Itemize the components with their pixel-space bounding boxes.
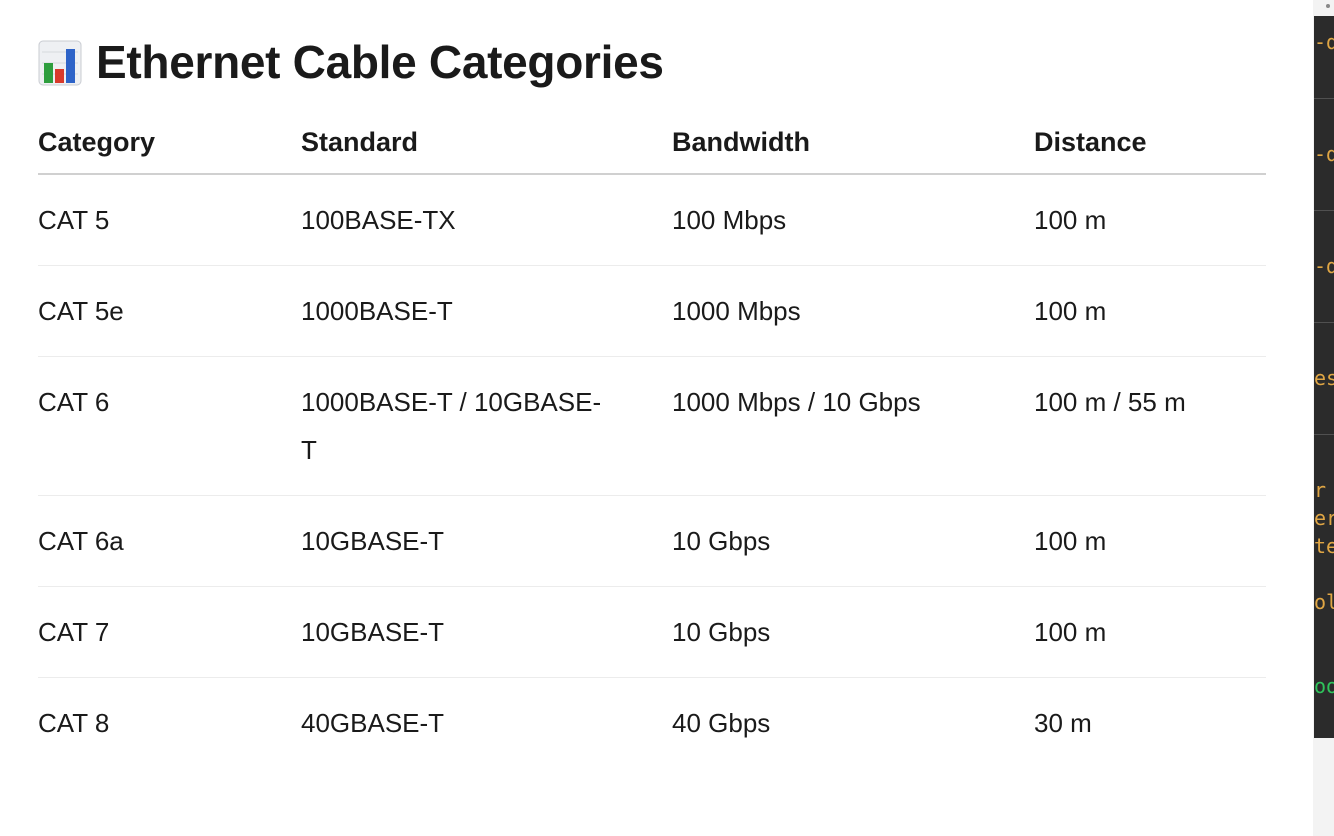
cell-bandwidth: 100 Mbps <box>672 174 1034 266</box>
cell-category: CAT 6a <box>38 495 301 587</box>
cell-bandwidth: 10 Gbps <box>672 495 1034 587</box>
code-fragment: er <box>1314 506 1334 530</box>
cell-bandwidth: 1000 Mbps <box>672 265 1034 357</box>
ethernet-categories-table: Category Standard Bandwidth Distance CAT… <box>38 112 1266 768</box>
cell-standard: 1000BASE-T <box>301 265 672 357</box>
page-header: Ethernet Cable Categories <box>38 30 664 94</box>
cell-distance: 100 m <box>1034 174 1266 266</box>
bar-chart-icon <box>38 40 82 86</box>
code-fragment: oo <box>1314 674 1334 698</box>
cell-distance: 100 m <box>1034 495 1266 587</box>
table-row: CAT 6 1000BASE-T / 10GBASE-T 1000 Mbps /… <box>38 356 1266 496</box>
cell-distance: 100 m / 55 m <box>1034 356 1266 496</box>
table-row: CAT 5e 1000BASE-T 1000 Mbps 100 m <box>38 265 1266 357</box>
column-header-category: Category <box>38 112 301 175</box>
code-fragment: -d <box>1314 142 1334 166</box>
code-fragment: ol <box>1314 590 1334 614</box>
column-header-distance: Distance <box>1034 112 1266 175</box>
cell-distance: 30 m <box>1034 708 1092 738</box>
code-editor-strip[interactable]: -d -d -d es r er te ol oo <box>1314 16 1334 738</box>
cell-category: CAT 8 <box>38 708 110 738</box>
code-fragment: -d <box>1314 254 1334 278</box>
cell-standard: 1000BASE-T / 10GBASE-T <box>301 356 672 496</box>
window-dot-icon <box>1326 4 1330 8</box>
table-header-row: Category Standard Bandwidth Distance <box>38 112 1266 175</box>
table-row: CAT 5 100BASE-TX 100 Mbps 100 m <box>38 174 1266 266</box>
adjacent-editor-panel[interactable]: -d -d -d es r er te ol oo <box>1313 0 1334 836</box>
cell-category: CAT 6 <box>38 356 301 496</box>
cell-standard: 40GBASE-T <box>301 708 445 738</box>
cell-category: CAT 5e <box>38 265 301 357</box>
code-fragment: te <box>1314 534 1334 558</box>
page-title: Ethernet Cable Categories <box>96 36 664 88</box>
cell-distance: 100 m <box>1034 265 1266 357</box>
cell-standard: 10GBASE-T <box>301 495 672 587</box>
table-row: CAT 6a 10GBASE-T 10 Gbps 100 m <box>38 495 1266 587</box>
table-row: CAT 7 10GBASE-T 10 Gbps 100 m <box>38 586 1266 678</box>
column-header-standard: Standard <box>301 112 672 175</box>
main-content: Ethernet Cable Categories Category Stand… <box>0 0 1313 836</box>
cell-standard: 100BASE-TX <box>301 174 672 266</box>
code-fragment: -d <box>1314 30 1334 54</box>
cell-bandwidth: 10 Gbps <box>672 586 1034 678</box>
table-row: CAT 8 40GBASE-T 40 Gbps 30 m <box>38 678 1266 769</box>
cell-category: CAT 7 <box>38 586 301 678</box>
cell-category: CAT 5 <box>38 174 301 266</box>
code-fragment: r <box>1314 478 1327 502</box>
cell-standard: 10GBASE-T <box>301 586 672 678</box>
cell-distance: 100 m <box>1034 586 1266 678</box>
code-fragment: es <box>1314 366 1334 390</box>
cell-bandwidth: 40 Gbps <box>672 708 771 738</box>
column-header-bandwidth: Bandwidth <box>672 112 1034 175</box>
cell-bandwidth: 1000 Mbps / 10 Gbps <box>672 356 1034 496</box>
